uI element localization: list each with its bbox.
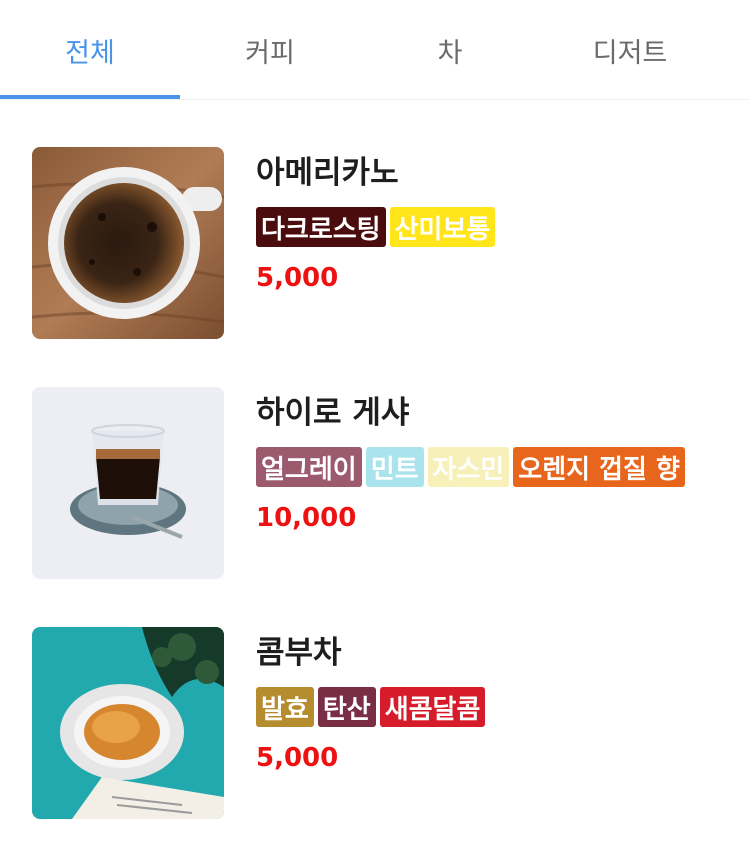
menu-item-image bbox=[32, 387, 224, 579]
flavor-tag: 새콤달콤 bbox=[379, 687, 486, 727]
flavor-tag: 발효 bbox=[256, 687, 314, 727]
menu-item[interactable]: 콤부차 발효 탄산 새콤달콤 5,000 bbox=[32, 627, 722, 819]
flavor-tag: 민트 bbox=[365, 447, 424, 487]
flavor-tag: 자스민 bbox=[427, 447, 510, 487]
flavor-tag: 산미보통 bbox=[389, 207, 496, 247]
tab-all[interactable]: 전체 bbox=[0, 0, 180, 100]
menu-item-name: 콤부차 bbox=[256, 635, 342, 671]
tab-dessert[interactable]: 디저트 bbox=[540, 0, 720, 100]
menu-item-image bbox=[32, 627, 224, 819]
menu-item-price: 10,000 bbox=[256, 503, 357, 533]
tab-tea[interactable]: 차 bbox=[360, 0, 540, 100]
active-tab-indicator bbox=[0, 95, 180, 99]
menu-item-price: 5,000 bbox=[256, 743, 339, 773]
flavor-tag: 얼그레이 bbox=[256, 447, 362, 487]
flavor-tag: 탄산 bbox=[317, 687, 376, 727]
menu-item-name: 하이로 게샤 bbox=[256, 395, 410, 431]
menu-item-image bbox=[32, 147, 224, 339]
flavor-tag: 오렌지 껍질 향 bbox=[513, 447, 685, 487]
flavor-tag: 다크로스팅 bbox=[256, 207, 386, 247]
menu-item-tags: 발효 탄산 새콤달콤 bbox=[256, 687, 486, 727]
menu-item-tags: 다크로스팅 산미보통 bbox=[256, 207, 496, 247]
menu-item-name: 아메리카노 bbox=[256, 155, 399, 191]
menu-item-tags: 얼그레이 민트 자스민 오렌지 껍질 향 bbox=[256, 447, 685, 487]
tab-coffee[interactable]: 커피 bbox=[180, 0, 360, 100]
menu-item[interactable]: 아메리카노 다크로스팅 산미보통 5,000 bbox=[32, 147, 722, 339]
menu-item-price: 5,000 bbox=[256, 263, 339, 293]
menu-item[interactable]: 하이로 게샤 얼그레이 민트 자스민 오렌지 껍질 향 10,000 bbox=[32, 387, 722, 579]
category-tab-bar: 전체 커피 차 디저트 bbox=[0, 0, 750, 100]
